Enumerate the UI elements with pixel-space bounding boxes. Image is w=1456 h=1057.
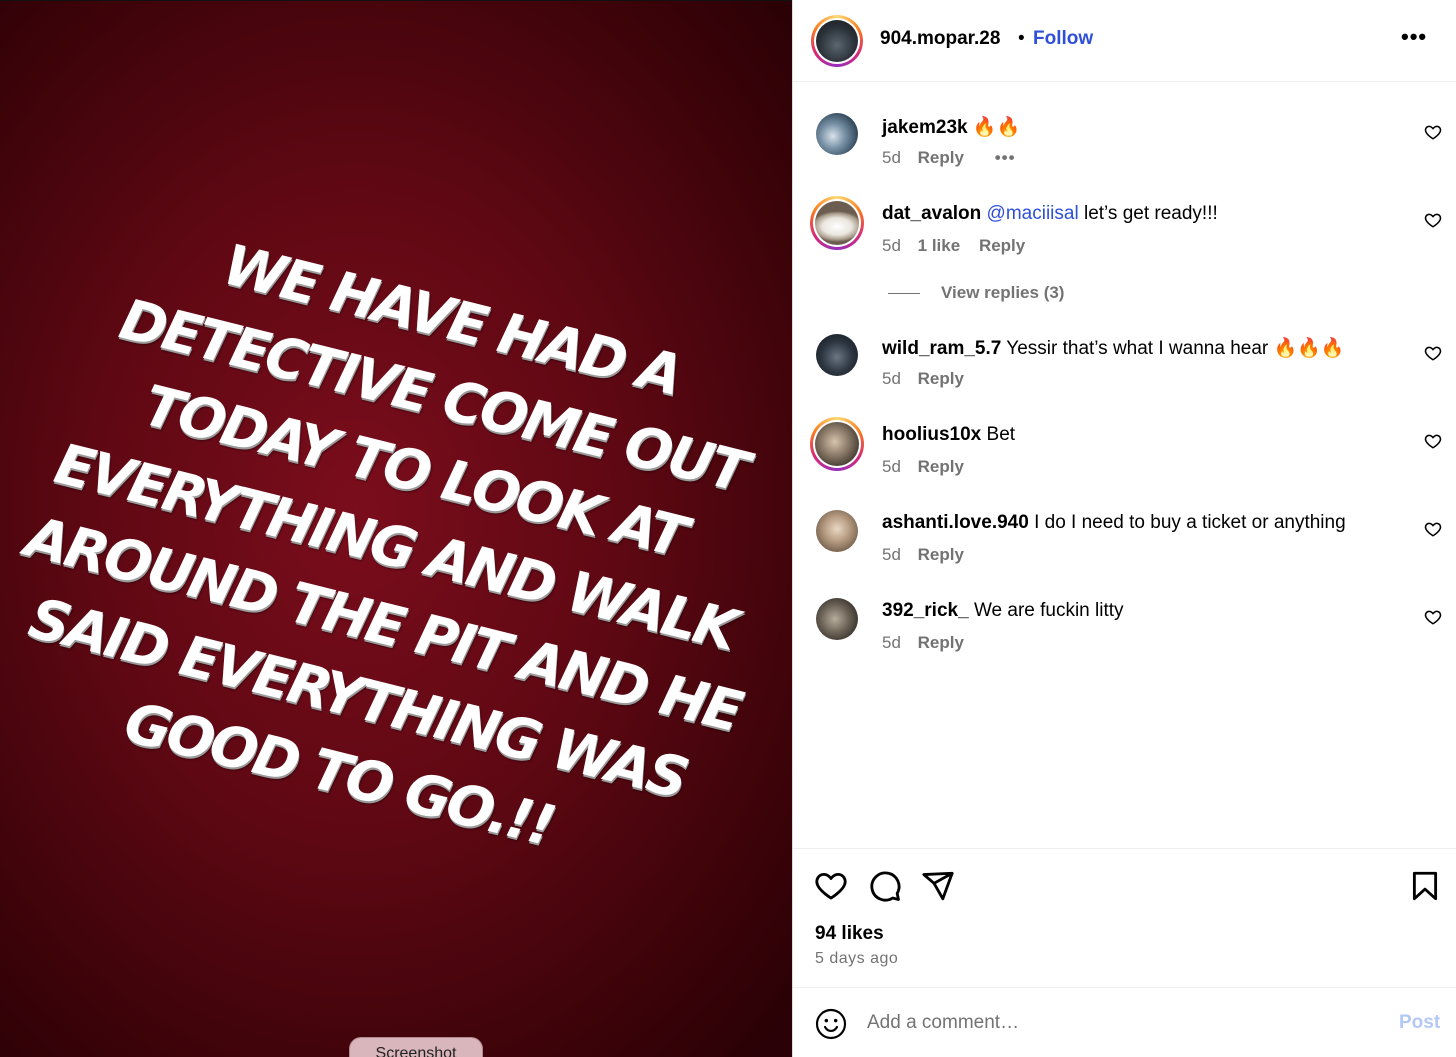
replies-divider-line [888,293,920,295]
comment-like-heart-icon[interactable] [1424,520,1442,538]
post-header: 904.mopar.28 • Follow ••• [793,0,1456,82]
post-actions: 94 likes 5 days ago [793,848,1456,988]
post-side-panel: 904.mopar.28 • Follow ••• jakem23k 🔥🔥 5d… [792,0,1456,1057]
comment-username[interactable]: dat_avalon [882,203,981,224]
comment-item: hoolius10x Bet 5d Reply [793,417,1456,502]
comment-item: dat_avalon @maciiisal let’s get ready!!!… [793,196,1456,281]
comment-item: 392_rick_ We are fuckin litty 5d Reply [793,598,1456,678]
comment-like-heart-icon[interactable] [1424,123,1442,141]
story-text: We have had a detective come out today t… [0,196,792,900]
more-options-button[interactable]: ••• [1401,24,1427,50]
comment-meta: 5d Reply [882,369,964,389]
view-replies-label: View replies (3) [941,283,1065,302]
avatar[interactable] [810,417,864,471]
comment-input[interactable] [867,1004,1367,1042]
comment-text: 392_rick_ We are fuckin litty [882,600,1124,622]
reply-button[interactable]: Reply [979,236,1025,255]
comment-time[interactable]: 5d [882,148,901,167]
comment-time[interactable]: 5d [882,457,901,476]
comment-text: wild_ram_5.7 Yessir that’s what I wanna … [882,336,1344,360]
comment-more-button[interactable]: ••• [995,148,1016,167]
avatar[interactable] [816,510,858,552]
bookmark-icon[interactable] [1408,869,1442,903]
comment-username[interactable]: hoolius10x [882,424,981,445]
post-timestamp[interactable]: 5 days ago [815,950,898,968]
screenshot-badge: Screenshot [349,1037,483,1057]
reply-button[interactable]: Reply [918,148,964,167]
follow-button[interactable]: Follow [1033,28,1093,50]
avatar[interactable] [810,196,864,250]
post-comment-button[interactable]: Post [1399,1012,1440,1034]
comment-item: wild_ram_5.7 Yessir that’s what I wanna … [793,334,1456,414]
avatar[interactable] [816,113,858,155]
comment-body: We are fuckin litty [973,600,1124,621]
reply-button[interactable]: Reply [918,545,964,564]
reply-button[interactable]: Reply [918,633,964,652]
comment-item: jakem23k 🔥🔥 5d Reply ••• [793,113,1456,193]
comment-meta: 5d Reply [882,457,964,477]
comment-username[interactable]: jakem23k [882,117,968,138]
reply-button[interactable]: Reply [918,369,964,388]
likes-count[interactable]: 94 likes [815,923,884,945]
comment-body: 🔥🔥 [972,117,1021,138]
post-media[interactable]: We have had a detective come out today t… [0,0,792,1057]
comment-text: ashanti.love.940 I do I need to buy a ti… [882,512,1346,534]
comment-like-heart-icon[interactable] [1424,211,1442,229]
comment-body: Yessir that’s what I wanna hear 🔥🔥🔥 [1006,338,1345,359]
share-icon[interactable] [921,869,955,903]
comment-body: Bet [986,424,1016,445]
comment-meta: 5d 1 like Reply [882,236,1025,256]
comment-meta: 5d Reply ••• [882,148,1016,168]
comment-item: ashanti.love.940 I do I need to buy a ti… [793,510,1456,590]
comment-time[interactable]: 5d [882,369,901,388]
avatar[interactable] [816,334,858,376]
comment-icon[interactable] [868,869,902,903]
comment-time[interactable]: 5d [882,633,901,652]
avatar[interactable] [816,598,858,640]
comment-username[interactable]: ashanti.love.940 [882,512,1029,533]
emoji-icon[interactable] [815,1008,847,1040]
media-top-border [0,0,792,1]
comment-body: I do I need to buy a ticket or anything [1034,512,1346,533]
comment-like-heart-icon[interactable] [1424,344,1442,362]
reply-button[interactable]: Reply [918,457,964,476]
add-comment-bar: Post [793,987,1456,1057]
heart-icon[interactable] [814,869,848,903]
separator-dot: • [1018,28,1025,49]
view-replies-button[interactable]: View replies (3) [888,283,1064,303]
comment-body: let’s get ready!!! [1083,203,1218,224]
comment-likes[interactable]: 1 like [918,236,961,255]
comment-username[interactable]: wild_ram_5.7 [882,338,1001,359]
comment-like-heart-icon[interactable] [1424,432,1442,450]
comment-mention-link[interactable]: @maciiisal [987,203,1079,224]
comment-text: hoolius10x Bet [882,424,1015,446]
comment-meta: 5d Reply [882,633,964,653]
comment-like-heart-icon[interactable] [1424,608,1442,626]
comment-time[interactable]: 5d [882,236,901,255]
author-avatar[interactable] [811,15,863,67]
comment-meta: 5d Reply [882,545,964,565]
comment-text: dat_avalon @maciiisal let’s get ready!!! [882,203,1218,225]
comment-username[interactable]: 392_rick_ [882,600,969,621]
author-username[interactable]: 904.mopar.28 [880,28,1000,50]
comment-text: jakem23k 🔥🔥 [882,115,1020,139]
comment-time[interactable]: 5d [882,545,901,564]
